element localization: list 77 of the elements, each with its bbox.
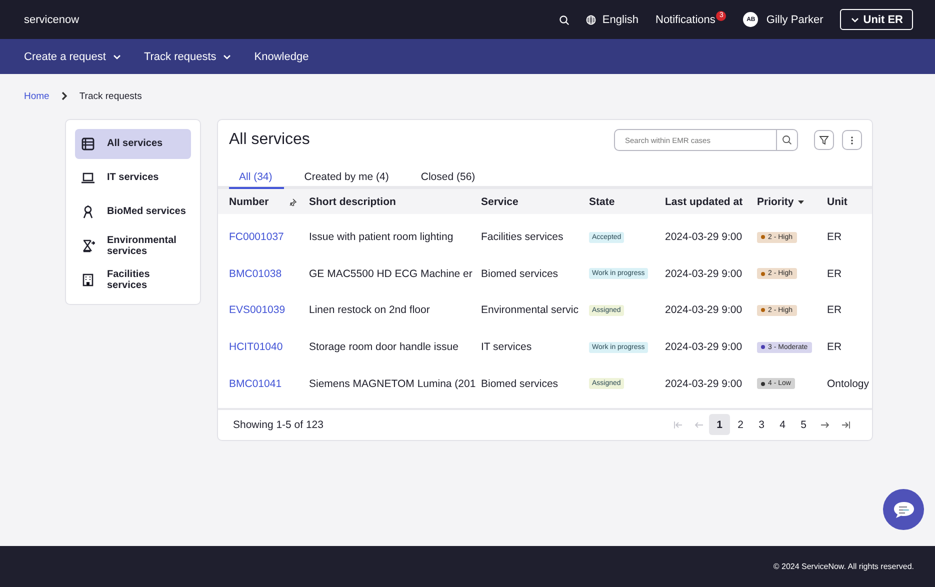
column-header[interactable]: Number bbox=[229, 196, 309, 208]
nav-menu[interactable]: Track requests bbox=[144, 50, 232, 62]
table-cell-text: GE MAC5500 HD ECG Machine er bbox=[309, 268, 474, 280]
previous-page-icon bbox=[694, 420, 704, 430]
sidebar-item[interactable]: Environmental services bbox=[75, 231, 191, 261]
table-cell-text: Facilities services bbox=[481, 231, 564, 244]
pin-icon bbox=[289, 198, 297, 206]
language-selector[interactable]: English bbox=[602, 14, 638, 26]
breadcrumb-link[interactable]: Home bbox=[24, 90, 50, 102]
table-cell-text: 2024-03-29 9:00 bbox=[665, 304, 744, 316]
notifications-link[interactable]: Notifications bbox=[656, 14, 716, 26]
table-cell-text: Issue with patient room lighting bbox=[309, 231, 454, 244]
page-title: All services bbox=[229, 131, 311, 149]
sidebar-item[interactable]: IT services bbox=[75, 163, 191, 193]
table-cell-text: IT services bbox=[481, 341, 533, 354]
tab[interactable]: Closed (56) bbox=[410, 169, 488, 189]
copyright-text: © 2024 ServiceNow. All rights reserved. bbox=[773, 562, 914, 571]
tab[interactable]: Created by me (4) bbox=[294, 169, 401, 189]
column-header[interactable]: Service bbox=[481, 196, 589, 208]
hourglass-icon bbox=[81, 239, 95, 253]
table-cell-text: Biomed services bbox=[481, 378, 560, 390]
case-number-link[interactable]: FC0001037 bbox=[229, 231, 309, 244]
case-number-link[interactable]: BMC01041 bbox=[229, 378, 309, 390]
sort-down-icon bbox=[798, 198, 804, 204]
table-cell-text: Siemens MAGNETOM Lumina (201 bbox=[309, 378, 477, 390]
nav-menu[interactable]: Knowledge bbox=[254, 50, 309, 62]
table-cell-text: ER bbox=[827, 231, 843, 244]
table-cell-text: Ontology bbox=[827, 378, 870, 390]
unit-button[interactable]: Unit ER bbox=[840, 9, 913, 30]
first-page-icon bbox=[672, 420, 682, 430]
sidebar-item[interactable]: BioMed services bbox=[75, 197, 191, 227]
filter-icon bbox=[819, 135, 829, 145]
table-cell-text: 2024-03-29 9:00 bbox=[665, 341, 744, 354]
table-cell-text: ER bbox=[827, 268, 843, 280]
next-page-icon bbox=[820, 420, 830, 430]
column-header[interactable]: Unit bbox=[827, 196, 872, 208]
person-icon bbox=[81, 205, 95, 219]
logo: servicenow bbox=[24, 14, 80, 26]
table-cell-text: ER bbox=[827, 341, 843, 354]
page-button[interactable]: 5 bbox=[793, 414, 814, 436]
table-cell-text: Storage room door handle issue bbox=[309, 341, 460, 354]
chevron-right-icon bbox=[60, 91, 68, 101]
table-cell-text: 2024-03-29 9:00 bbox=[665, 268, 744, 280]
case-number-link[interactable]: HCIT01040 bbox=[229, 341, 309, 354]
column-header[interactable]: Last updated at bbox=[665, 196, 757, 208]
case-number-link[interactable]: EVS001039 bbox=[229, 304, 309, 316]
sidebar-item[interactable]: All services bbox=[75, 129, 191, 159]
table-cell-text: 2024-03-29 9:00 bbox=[665, 378, 744, 390]
pagination-summary: Showing 1-5 of 123 bbox=[233, 418, 324, 431]
column-header[interactable]: Short description bbox=[309, 196, 481, 208]
breadcrumb-current: Track requests bbox=[79, 90, 142, 102]
page-button[interactable]: 2 bbox=[730, 414, 751, 436]
column-header[interactable]: State bbox=[589, 196, 665, 208]
column-header[interactable]: Priority bbox=[757, 196, 827, 208]
table-cell-text: Linen restock on 2nd floor bbox=[309, 304, 431, 316]
case-number-link[interactable]: BMC01038 bbox=[229, 268, 309, 280]
filter-button[interactable] bbox=[814, 130, 834, 150]
chat-button[interactable] bbox=[883, 489, 924, 530]
search-icon[interactable] bbox=[782, 135, 792, 145]
page-button[interactable]: 4 bbox=[772, 414, 793, 436]
page-button[interactable]: 1 bbox=[709, 414, 730, 436]
last-page-icon bbox=[840, 420, 850, 430]
table-cell-text: ER bbox=[827, 304, 843, 316]
table-cell-text: 2024-03-29 9:00 bbox=[665, 231, 744, 244]
sidebar-item[interactable]: Facilities services bbox=[75, 265, 191, 295]
globe-icon bbox=[586, 14, 596, 24]
table-cell-text: Biomed services bbox=[481, 268, 560, 280]
table-icon bbox=[81, 137, 95, 151]
chat-bubble-icon bbox=[892, 500, 916, 520]
user-name[interactable]: Gilly Parker bbox=[766, 14, 824, 26]
more-button[interactable] bbox=[842, 130, 862, 150]
nav-menu[interactable]: Create a request bbox=[24, 50, 122, 62]
more-icon bbox=[850, 136, 854, 144]
table-cell-text: Environmental servic bbox=[481, 304, 580, 316]
building-icon bbox=[81, 273, 95, 287]
page-button[interactable]: 3 bbox=[751, 414, 772, 436]
laptop-icon bbox=[81, 171, 95, 185]
